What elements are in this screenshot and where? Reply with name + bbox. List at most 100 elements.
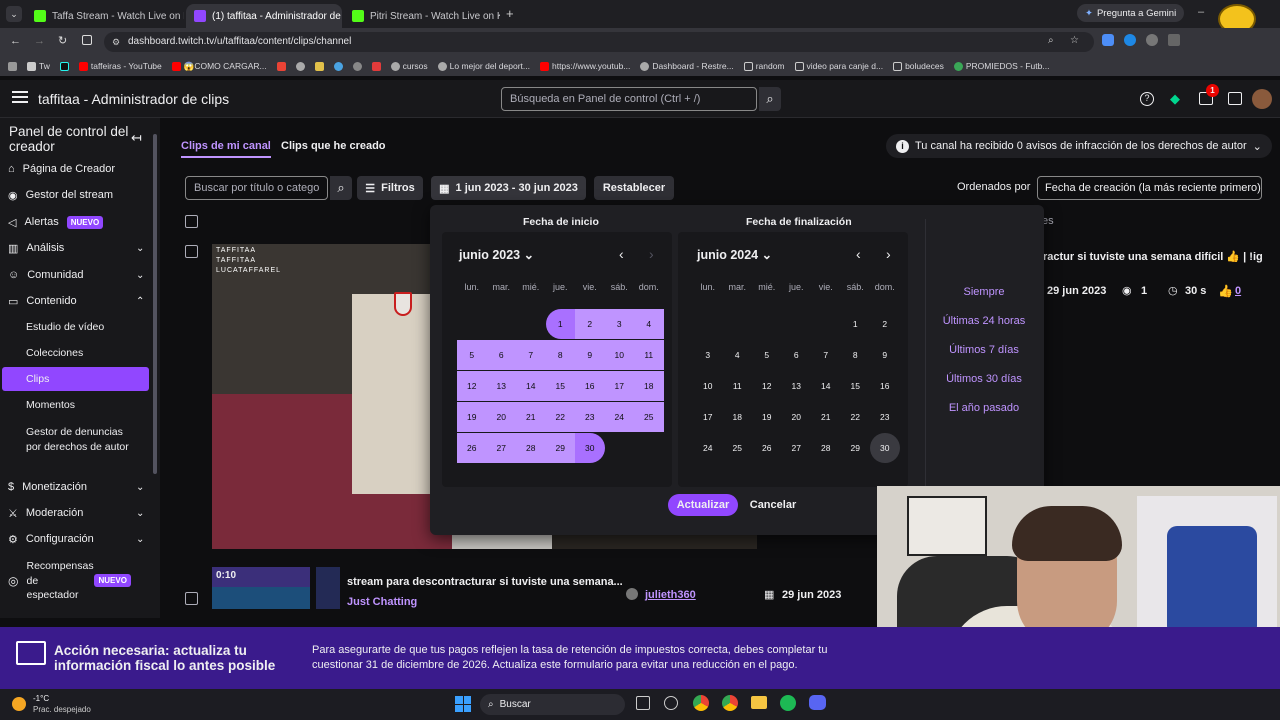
bookmark-item[interactable]: https://www.youtub... bbox=[539, 61, 630, 71]
forward-icon[interactable]: → bbox=[34, 35, 45, 47]
back-icon[interactable]: ← bbox=[10, 35, 21, 47]
calendar-day[interactable]: 29 bbox=[545, 433, 575, 463]
extension-icon[interactable] bbox=[333, 61, 343, 71]
calendar-day[interactable]: 3 bbox=[604, 309, 634, 339]
sidebar-item-stream-manager[interactable]: ◉ Gestor del stream bbox=[8, 184, 113, 206]
avatar[interactable] bbox=[1252, 89, 1272, 109]
sidebar-item-viewer-rewards[interactable]: ◎ Recompensas de espectador NUEVO bbox=[8, 559, 148, 603]
sidepanel-icon[interactable] bbox=[82, 35, 92, 45]
browser-tab-1[interactable]: Taffa Stream - Watch Live on Ki ✕ bbox=[26, 4, 184, 28]
bookmark-item[interactable]: Dashboard - Restre... bbox=[640, 61, 734, 71]
end-month-select[interactable]: junio 2024 ⌄ bbox=[697, 247, 772, 262]
preset-last-24h[interactable]: Últimas 24 horas bbox=[925, 315, 1043, 327]
calendar-day[interactable]: 13 bbox=[782, 371, 812, 401]
calendar-day[interactable]: 21 bbox=[516, 402, 546, 432]
sidebar-subitem-video-studio[interactable]: Estudio de vídeo bbox=[26, 321, 104, 333]
calendar-day[interactable]: 27 bbox=[782, 433, 812, 463]
tab-list-icon[interactable]: ⌄ bbox=[6, 6, 22, 22]
extension-icon[interactable] bbox=[295, 61, 305, 71]
calendar-day[interactable]: 21 bbox=[811, 402, 841, 432]
calendar-day[interactable]: 20 bbox=[486, 402, 516, 432]
apps-icon[interactable] bbox=[8, 61, 17, 71]
puzzle-icon[interactable] bbox=[1168, 34, 1180, 46]
calendar-day[interactable]: 10 bbox=[604, 340, 634, 370]
calendar-day[interactable]: 17 bbox=[693, 402, 723, 432]
calendar-day[interactable]: 13 bbox=[486, 371, 516, 401]
minimize-icon[interactable]: – bbox=[1198, 6, 1204, 18]
clip-thumbnail[interactable]: 0:10 bbox=[212, 567, 310, 609]
calendar-day[interactable]: 10 bbox=[693, 371, 723, 401]
preset-last-7-days[interactable]: Últimos 7 días bbox=[925, 344, 1043, 356]
calendar-day[interactable]: 3 bbox=[693, 340, 723, 370]
copyright-notice[interactable]: i Tu canal ha recibido 0 avisos de infra… bbox=[886, 134, 1272, 158]
spotify-icon[interactable] bbox=[780, 695, 796, 711]
calendar-day[interactable]: 24 bbox=[693, 433, 723, 463]
gemini-button[interactable]: ✦ Pregunta a Gemini bbox=[1077, 4, 1185, 22]
update-button[interactable]: Actualizar bbox=[668, 494, 738, 516]
site-info-icon[interactable]: ⚙ bbox=[112, 36, 120, 48]
help-icon[interactable]: ? bbox=[1140, 92, 1154, 106]
clip-category-link[interactable]: Just Chatting bbox=[347, 596, 417, 608]
clip-title[interactable]: stream para descontracturar si tuviste u… bbox=[347, 576, 623, 588]
preset-last-30-days[interactable]: Últimos 30 días bbox=[925, 373, 1043, 385]
calendar-day[interactable]: 20 bbox=[782, 402, 812, 432]
task-view-icon[interactable] bbox=[636, 696, 650, 710]
sidebar-scrollbar[interactable] bbox=[153, 134, 157, 474]
next-month-icon[interactable]: › bbox=[886, 246, 891, 262]
calendar-day[interactable]: 7 bbox=[811, 340, 841, 370]
clip-row-checkbox[interactable] bbox=[185, 245, 198, 258]
calendar-day[interactable]: 11 bbox=[634, 340, 664, 370]
calendar-day[interactable]: 11 bbox=[723, 371, 753, 401]
file-explorer-icon[interactable] bbox=[751, 696, 767, 709]
calendar-day[interactable]: 1 bbox=[841, 309, 871, 339]
sidebar-subitem-collections[interactable]: Colecciones bbox=[26, 347, 83, 359]
calendar-day[interactable]: 23 bbox=[575, 402, 605, 432]
clip-row-checkbox[interactable] bbox=[185, 592, 198, 605]
calendar-day[interactable]: 9 bbox=[870, 340, 900, 370]
calendar-day[interactable]: 26 bbox=[457, 433, 487, 463]
browser-tab-3[interactable]: Pitri Stream - Watch Live on Ki ✕ bbox=[344, 4, 500, 28]
calendar-day[interactable]: 15 bbox=[841, 371, 871, 401]
calendar-day[interactable]: 30 bbox=[575, 433, 605, 463]
calendar-day[interactable]: 12 bbox=[752, 371, 782, 401]
dashboard-search-input[interactable]: Búsqueda en Panel de control (Ctrl + /) bbox=[501, 87, 757, 111]
calendar-day[interactable]: 18 bbox=[634, 371, 664, 401]
sidebar-item-settings[interactable]: ⚙ Configuración ⌄ bbox=[8, 528, 158, 550]
calendar-day[interactable]: 22 bbox=[545, 402, 575, 432]
select-all-checkbox[interactable] bbox=[185, 215, 198, 228]
calendar-day[interactable]: 9 bbox=[575, 340, 605, 370]
filters-button[interactable]: ☰ Filtros bbox=[357, 176, 423, 200]
search-icon[interactable]: ⌕ bbox=[759, 87, 781, 111]
extension-icon[interactable] bbox=[314, 61, 324, 71]
calendar-day[interactable]: 15 bbox=[545, 371, 575, 401]
browser-tab-2[interactable]: (1) taffitaa - Administrador de c ✕ bbox=[186, 4, 342, 28]
preset-last-year[interactable]: El año pasado bbox=[925, 402, 1043, 414]
tiktok-icon[interactable] bbox=[59, 61, 69, 71]
calendar-day[interactable]: 2 bbox=[870, 309, 900, 339]
clip-search-input[interactable]: Buscar por título o catego bbox=[185, 176, 328, 200]
extension-icon[interactable] bbox=[352, 61, 362, 71]
start-month-select[interactable]: junio 2023 ⌄ bbox=[459, 247, 534, 262]
calendar-day[interactable]: 5 bbox=[457, 340, 487, 370]
calendar-day[interactable]: 14 bbox=[516, 371, 546, 401]
previous-month-icon[interactable]: ‹ bbox=[619, 246, 624, 262]
sidebar-item-analytics[interactable]: ▥ Análisis ⌄ bbox=[8, 237, 158, 259]
calendar-day[interactable]: 25 bbox=[634, 402, 664, 432]
url-field[interactable]: ⚙ dashboard.twitch.tv/u/taffitaa/content… bbox=[104, 32, 1094, 52]
calendar-day[interactable]: 14 bbox=[811, 371, 841, 401]
whispers-icon[interactable] bbox=[1228, 92, 1242, 105]
calendar-day[interactable]: 19 bbox=[457, 402, 487, 432]
sidebar-item-community[interactable]: ☺ Comunidad ⌄ bbox=[8, 264, 158, 286]
calendar-day[interactable]: 18 bbox=[723, 402, 753, 432]
calendar-day[interactable]: 16 bbox=[575, 371, 605, 401]
extension-icon[interactable] bbox=[1146, 34, 1158, 46]
sidebar-item-monetization[interactable]: $ Monetización ⌄ bbox=[8, 476, 158, 498]
category-boxart[interactable] bbox=[316, 567, 340, 609]
calendar-day[interactable]: 17 bbox=[604, 371, 634, 401]
new-tab-icon[interactable]: + bbox=[506, 6, 514, 21]
calendar-day[interactable]: 8 bbox=[545, 340, 575, 370]
bookmark-folder[interactable]: boludeces bbox=[893, 61, 944, 71]
bookmark-star-icon[interactable]: ☆ bbox=[1070, 35, 1079, 47]
calendar-day[interactable]: 19 bbox=[752, 402, 782, 432]
extension-icon[interactable] bbox=[1124, 34, 1136, 46]
